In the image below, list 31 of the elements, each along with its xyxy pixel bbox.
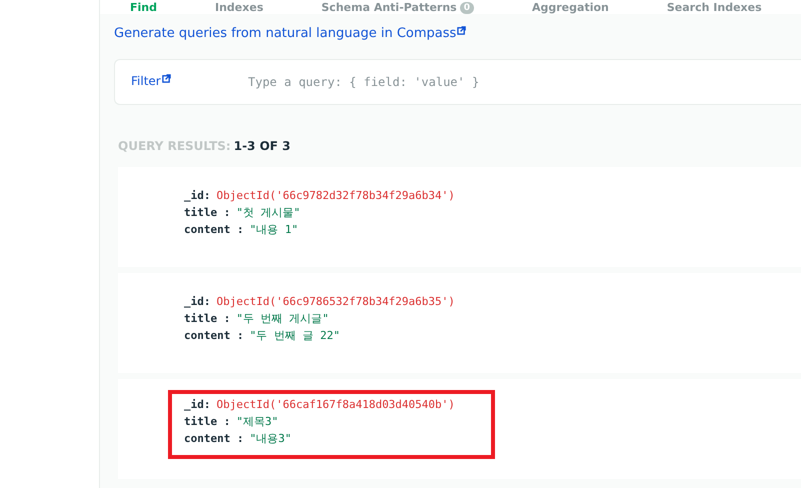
tab[interactable]: Find [130,2,157,14]
field-value: "제목3" [236,414,278,430]
field-value: "두 번째 게시글" [236,311,329,327]
field-key: _id: [184,187,210,204]
count-badge: 0 [460,2,474,14]
field-key: content : [184,327,244,344]
filter-link[interactable]: Filter [131,74,246,88]
field-key: content : [184,430,244,447]
field-value: "첫 게시물" [236,205,300,221]
field-key: title : [184,413,230,430]
field-value: "두 번째 글 22" [250,328,340,344]
tab[interactable]: Aggregation [532,2,609,14]
tab[interactable]: Indexes [215,2,264,14]
field-value: ObjectId('66c9786532f78b34f29a6b35') [216,294,455,310]
field-value: ObjectId('66caf167f8a418d03d40540b') [216,397,455,413]
field-key: _id: [184,293,210,310]
results-count: 1-3 OF 3 [234,139,291,153]
field-value: "내용3" [250,431,292,447]
field-key: content : [184,221,244,238]
tab[interactable]: Search Indexes [666,2,762,14]
generate-queries-link[interactable]: Generate queries from natural language in Compass [114,26,466,41]
field-value: "내용 1" [250,222,298,238]
external-link-icon [457,26,466,35]
field-value: ObjectId('66c9782d32f78b34f29a6b34') [216,188,455,204]
results-label: QUERY RESULTS: [118,139,231,153]
external-link-icon [162,74,171,82]
field-key: title : [184,204,230,221]
field-key: _id: [184,396,210,413]
tab[interactable]: Schema Anti-Patterns 0 [321,2,474,14]
field-key: title : [184,310,230,327]
filter-field[interactable]: Filter Type a query: { field: 'value' } [114,59,801,105]
